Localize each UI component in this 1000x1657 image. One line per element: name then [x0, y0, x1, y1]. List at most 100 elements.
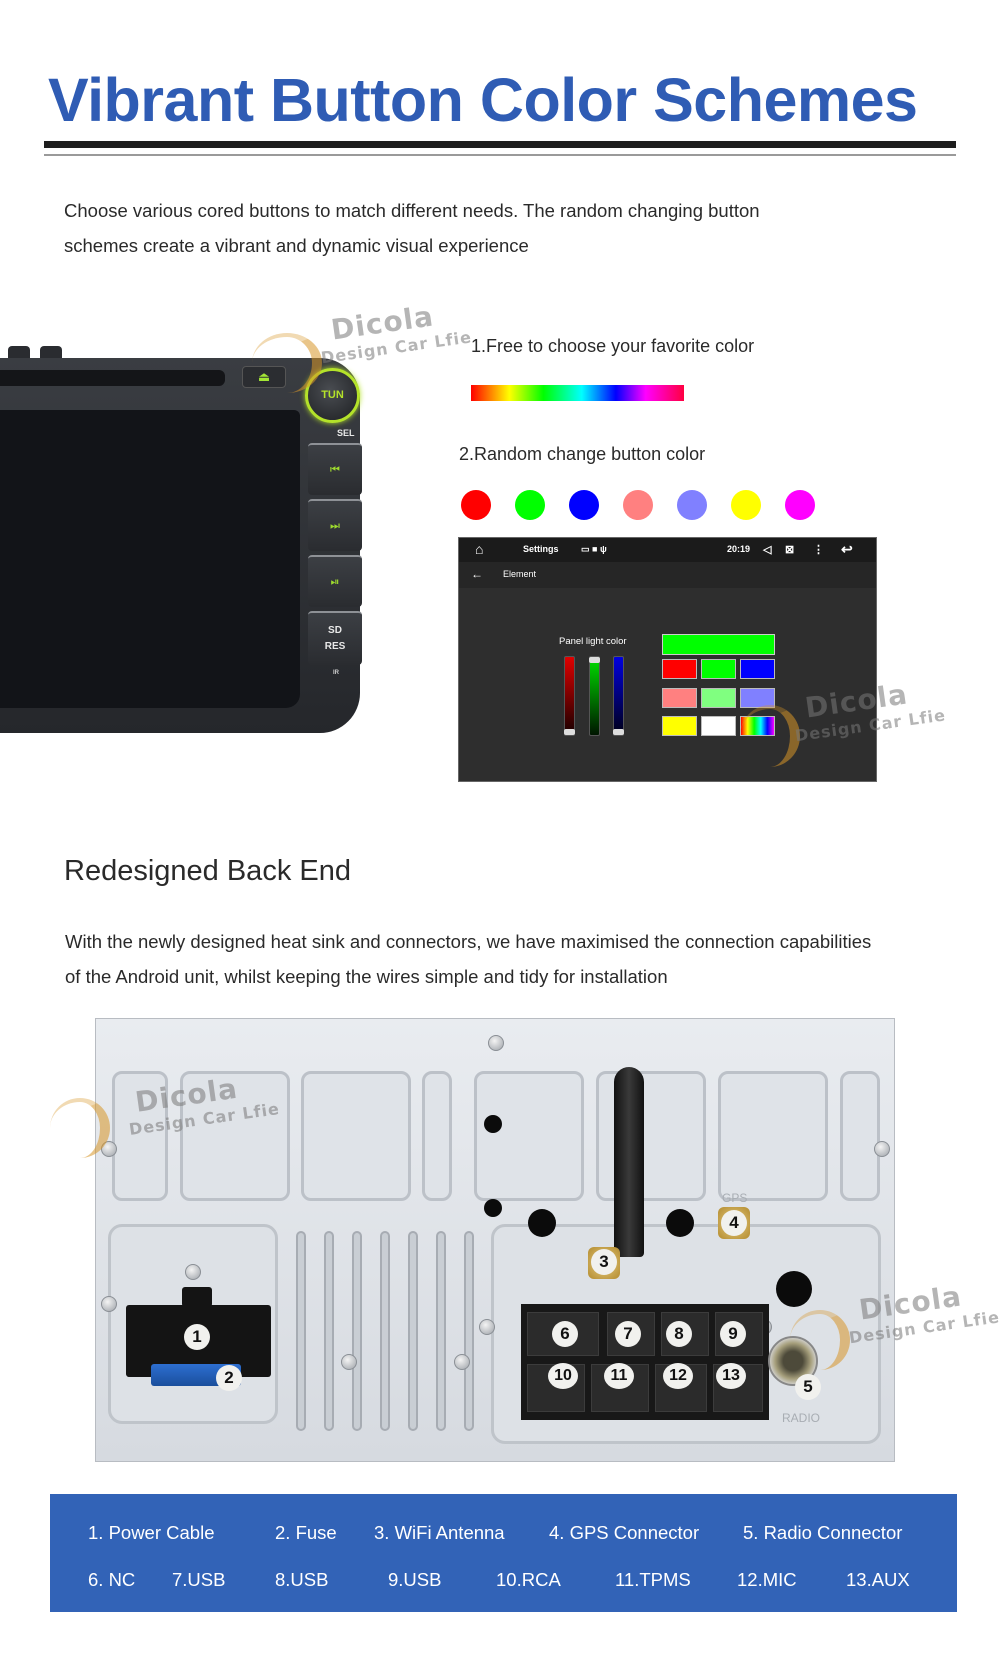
- android-settings-screenshot: ⌂ Settings ▭ ■ ψ 20:19 ◁ ⊠ ⋮ ↩ ← Element…: [458, 537, 877, 782]
- feature-random-color: 2.Random change button color: [459, 444, 706, 464]
- app-bar: ← Element: [459, 562, 876, 588]
- grid-color-yellow[interactable]: [662, 716, 697, 736]
- res-label: RES: [324, 641, 346, 652]
- prev-track-button[interactable]: ⏮: [308, 443, 362, 495]
- app-title: Settings: [523, 544, 559, 554]
- grid-color-pink[interactable]: [662, 688, 697, 708]
- grid-color-light-green[interactable]: [701, 688, 736, 708]
- backend-line-2: of the Android unit, whilst keeping the …: [65, 966, 668, 987]
- panel-light-label: Panel light color: [559, 636, 627, 647]
- head-unit-photo: ⏏ TUN SEL ⏮ ⏭ ⏯ SD RES IR: [0, 340, 370, 745]
- legend-item-5: 5. Radio Connector: [743, 1522, 903, 1543]
- grid-color-red[interactable]: [662, 659, 697, 679]
- mounting-tabs: [0, 340, 70, 360]
- grid-color-blue[interactable]: [740, 659, 775, 679]
- swatch-blue[interactable]: [569, 490, 599, 520]
- badge-10: 10: [548, 1363, 578, 1389]
- title-divider-thick: [44, 141, 956, 148]
- grid-color-green[interactable]: [701, 659, 736, 679]
- badge-8: 8: [666, 1321, 692, 1347]
- feature-free-color: 1.Free to choose your favorite color: [471, 336, 755, 356]
- watermark-logo-arc: [790, 1310, 850, 1370]
- intro-line-2: schemes create a vibrant and dynamic vis…: [64, 235, 529, 256]
- status-bar: ⌂ Settings ▭ ■ ψ 20:19 ◁ ⊠ ⋮ ↩: [459, 538, 876, 562]
- title-divider-thin: [44, 154, 956, 156]
- home-icon[interactable]: ⌂: [475, 541, 483, 557]
- back-arrow-icon[interactable]: ←: [471, 567, 483, 581]
- swatch-lavender[interactable]: [677, 490, 707, 520]
- legend-item-4: 4. GPS Connector: [549, 1522, 700, 1543]
- backend-paragraph: With the newly designed heat sink and co…: [65, 924, 955, 994]
- legend-item-12: 12.MIC: [737, 1569, 797, 1590]
- red-slider[interactable]: [564, 656, 575, 736]
- legend-item-7: 7.USB: [172, 1569, 226, 1590]
- volume-icon[interactable]: ◁: [763, 543, 771, 556]
- legend-item-10: 10.RCA: [496, 1569, 561, 1590]
- screen-off-icon[interactable]: ⊠: [785, 543, 794, 556]
- sd-res-button[interactable]: SD RES: [308, 611, 362, 665]
- intro-line-1: Choose various cored buttons to match di…: [64, 200, 760, 221]
- color-spectrum-bar[interactable]: [471, 385, 684, 401]
- swatch-red[interactable]: [461, 490, 491, 520]
- legend-item-3: 3. WiFi Antenna: [374, 1522, 505, 1543]
- swatch-green[interactable]: [515, 490, 545, 520]
- badge-7: 7: [615, 1321, 641, 1347]
- harness-tab: [182, 1287, 212, 1307]
- badge-6: 6: [552, 1321, 578, 1347]
- legend-item-11: 11.TPMS: [615, 1569, 691, 1590]
- page-title: Vibrant Button Color Schemes: [48, 66, 918, 134]
- blue-slider[interactable]: [613, 656, 624, 736]
- skip-next-icon: ⏭: [330, 520, 340, 532]
- badge-11: 11: [604, 1363, 634, 1389]
- more-menu-icon[interactable]: ⋮: [813, 543, 824, 556]
- mount-hole: [484, 1115, 502, 1133]
- color-preview: [662, 634, 775, 655]
- badge-5: 5: [795, 1374, 821, 1400]
- radio-engraving: RADIO: [782, 1411, 821, 1425]
- swatch-pink[interactable]: [623, 490, 653, 520]
- green-slider-thumb[interactable]: [589, 657, 600, 663]
- screw: [341, 1354, 357, 1370]
- swatch-magenta[interactable]: [785, 490, 815, 520]
- back-icon[interactable]: ↩: [841, 541, 853, 558]
- badge-3: 3: [591, 1249, 617, 1275]
- watermark-logo-arc: [740, 705, 800, 767]
- screen-title: Element: [503, 569, 537, 579]
- notification-icons: ▭ ■ ψ: [581, 544, 607, 554]
- legend-item-8: 8.USB: [275, 1569, 329, 1590]
- grid-color-white[interactable]: [701, 716, 736, 736]
- wifi-antenna: [614, 1067, 644, 1257]
- gps-engraving: GPS: [722, 1191, 748, 1205]
- legend-item-13: 13.AUX: [846, 1569, 910, 1590]
- intro-paragraph: Choose various cored buttons to match di…: [64, 193, 864, 263]
- disc-slot: [0, 370, 225, 386]
- side-buttons: ⏮ ⏭ ⏯ SD RES: [308, 443, 362, 665]
- green-slider[interactable]: [589, 656, 600, 736]
- watermark-logo-arc: [252, 333, 322, 393]
- badge-1: 1: [184, 1324, 210, 1350]
- blue-slider-thumb[interactable]: [613, 729, 624, 735]
- legend-item-6: 6. NC: [88, 1569, 136, 1590]
- badge-4: 4: [721, 1210, 747, 1236]
- swatch-yellow[interactable]: [731, 490, 761, 520]
- badge-12: 12: [663, 1363, 693, 1389]
- sd-label: SD: [328, 625, 342, 636]
- screw: [185, 1264, 201, 1280]
- blank-port-hole: [528, 1209, 556, 1237]
- watermark: Dicola Design Car Lfie: [320, 295, 473, 368]
- backend-section-title: Redesigned Back End: [64, 855, 351, 887]
- skip-previous-icon: ⏮: [330, 464, 340, 476]
- play-pause-button[interactable]: ⏯: [308, 555, 362, 607]
- sel-label: SEL: [337, 428, 355, 438]
- red-slider-thumb[interactable]: [564, 729, 575, 735]
- badge-13: 13: [716, 1363, 746, 1389]
- next-track-button[interactable]: ⏭: [308, 499, 362, 551]
- connector-legend: 1. Power Cable 2. Fuse 3. WiFi Antenna 4…: [50, 1494, 957, 1612]
- badge-9: 9: [720, 1321, 746, 1347]
- blank-port-hole: [776, 1271, 812, 1307]
- screw: [101, 1296, 117, 1312]
- color-swatch-row: [461, 490, 821, 522]
- watermark-logo-arc: [50, 1098, 110, 1158]
- screw: [479, 1319, 495, 1335]
- status-time: 20:19: [727, 544, 751, 554]
